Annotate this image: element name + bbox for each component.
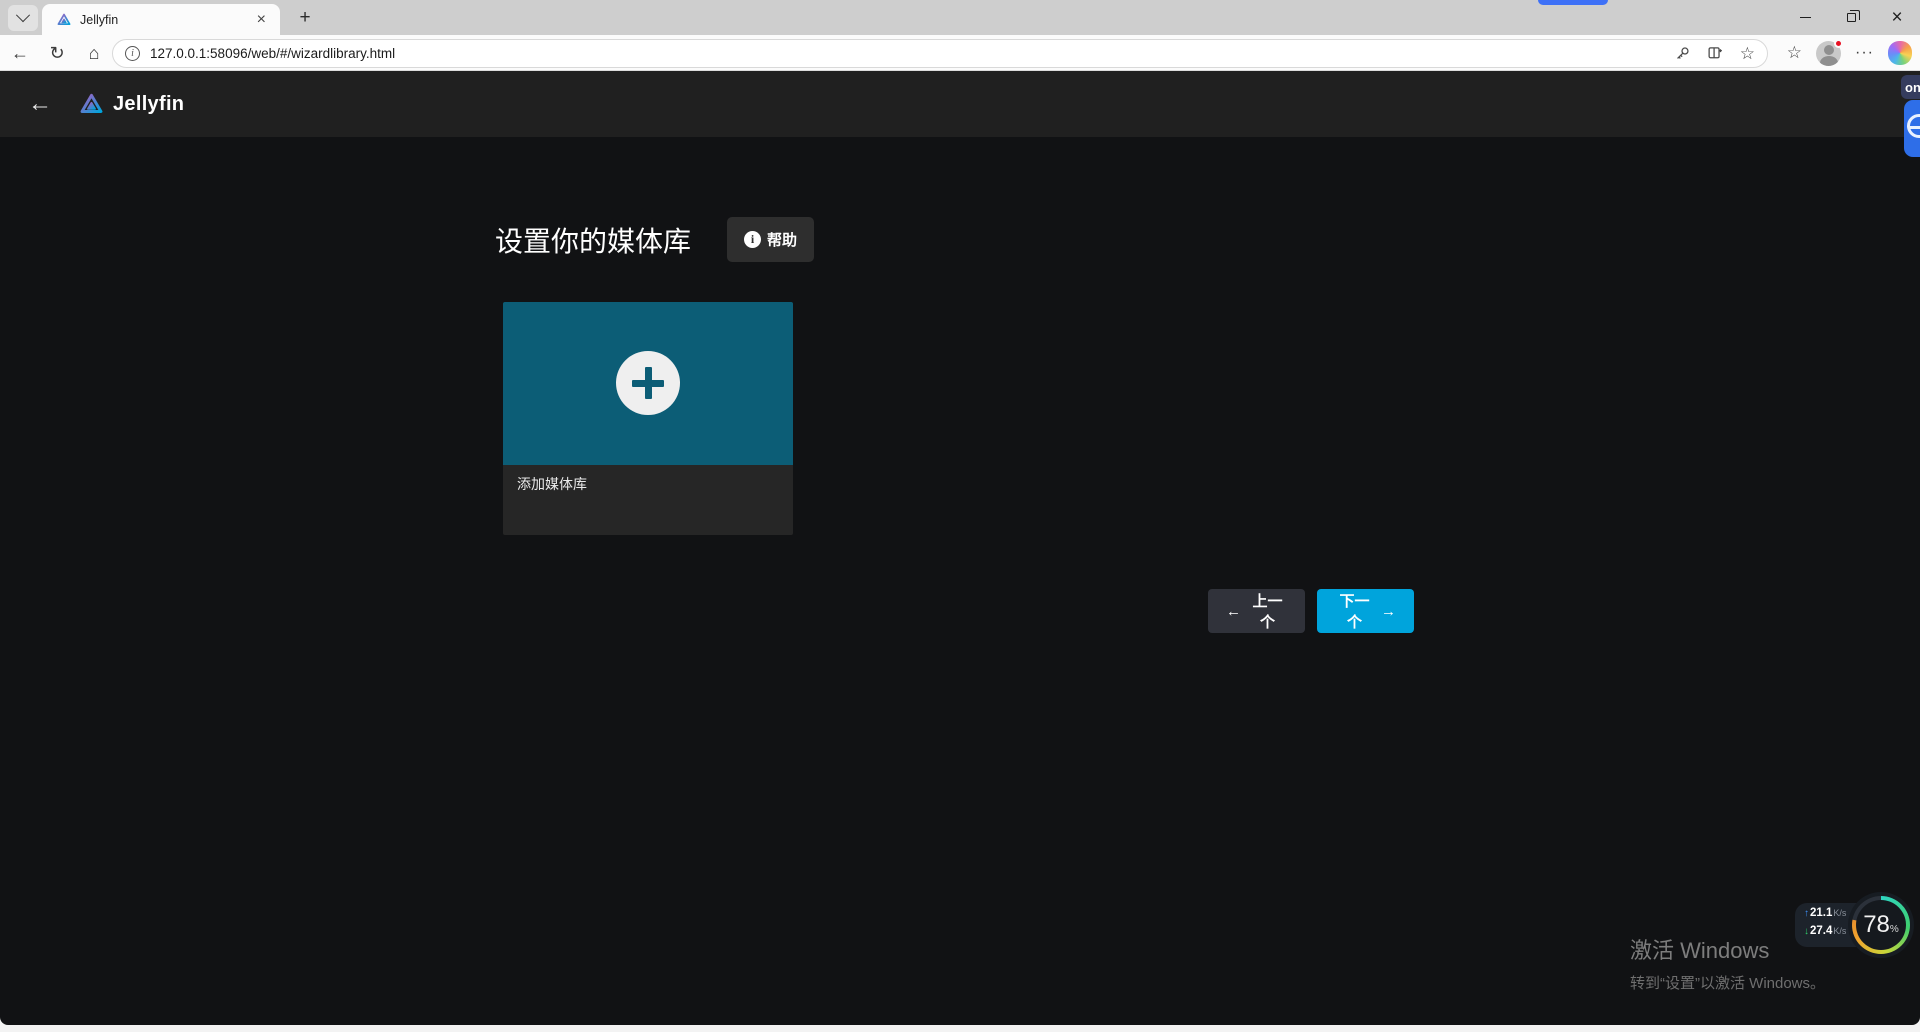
upload-speed-unit: K/s (1833, 908, 1847, 918)
add-library-card-footer: 添加媒体库 (503, 465, 793, 535)
upload-speed-value: 21.1 (1810, 907, 1833, 919)
gauge-unit: % (1889, 924, 1899, 935)
previous-button-label: 上一个 (1252, 593, 1283, 631)
profile-avatar[interactable] (1816, 38, 1844, 66)
minimize-icon (1799, 16, 1811, 19)
page-title: 设置你的媒体库 (495, 225, 692, 257)
site-info-icon[interactable]: i (125, 46, 140, 61)
jellyfin-header: ← Jellyfin (0, 71, 1920, 137)
edge-widget-label[interactable]: on (1901, 75, 1920, 99)
wizard-nav-buttons: ← 上一个 下一个 → (1208, 589, 1414, 633)
add-library-card[interactable]: 添加媒体库 (503, 302, 793, 535)
arrow-right-icon: → (1381, 602, 1396, 620)
chevron-down-icon (15, 8, 31, 23)
gauge-value: 78 (1863, 911, 1890, 938)
next-button-label: 下一个 (1339, 593, 1370, 631)
performance-gauge[interactable]: 78 % (1852, 896, 1910, 954)
refresh-button[interactable]: ↻ (43, 35, 71, 71)
favorites-list-icon[interactable]: ☆ (1787, 43, 1802, 63)
jellyfin-app-name: Jellyfin (113, 92, 185, 115)
activation-subtitle: 转到“设置”以激活 Windows。 (1630, 975, 1826, 992)
tab-search-button[interactable] (8, 5, 38, 31)
address-bar[interactable]: i 127.0.0.1:58096/web/#/wizardlibrary.ht… (112, 39, 1768, 68)
help-button-label: 帮助 (767, 232, 798, 249)
arrow-left-icon: ← (1226, 602, 1241, 620)
wizard-title-row: 设置你的媒体库 i 帮助 (495, 217, 815, 262)
activation-title: 激活 Windows (1630, 938, 1770, 963)
browser-toolbar: ← ↻ ⌂ i 127.0.0.1:58096/web/#/wizardlibr… (0, 35, 1920, 71)
jellyfin-page: ← Jellyfin 设置你的媒体库 i 帮助 添加媒体库 ← 上一个 下一个 … (0, 71, 1920, 1025)
new-tab-button[interactable]: + (292, 5, 318, 31)
restore-icon (1846, 10, 1860, 22)
add-library-card-art[interactable] (503, 302, 793, 465)
browser-titlebar: Jellyfin × + × (0, 0, 1920, 35)
favorite-star-icon[interactable]: ☆ (1740, 44, 1755, 64)
jellyfin-favicon (57, 13, 71, 25)
help-info-icon: i (744, 231, 762, 248)
back-button[interactable]: ← (6, 35, 34, 71)
download-speed-unit: K/s (1833, 926, 1847, 936)
upload-arrow-icon: ↑ (1804, 908, 1809, 919)
toolbar-right-cluster: ☆ ··· (1787, 35, 1912, 71)
performance-gauge-face: 78 % (1856, 900, 1906, 950)
more-options-icon[interactable]: ··· (1855, 44, 1874, 62)
plus-vertical-bar (645, 367, 652, 399)
translate-widget-button[interactable] (1904, 100, 1920, 157)
windows-activation-watermark: 激活 Windows 转到“设置”以激活 Windows。 (1630, 933, 1825, 993)
notification-dot (1834, 38, 1844, 48)
url-text[interactable]: 127.0.0.1:58096/web/#/wizardlibrary.html (150, 46, 1658, 61)
browser-tab[interactable]: Jellyfin × (42, 4, 280, 35)
tab-title: Jellyfin (80, 12, 119, 27)
next-button[interactable]: 下一个 → (1317, 589, 1414, 633)
restore-button[interactable] (1828, 0, 1874, 35)
window-controls: × (1782, 0, 1920, 35)
jellyfin-logo-icon (80, 93, 103, 113)
previous-button[interactable]: ← 上一个 (1208, 589, 1305, 633)
close-icon: × (1891, 7, 1903, 28)
translate-widget-icon (1907, 114, 1920, 138)
collapsed-notification-pill[interactable] (1538, 0, 1608, 5)
tab-close-icon[interactable]: × (253, 11, 270, 28)
add-library-label: 添加媒体库 (517, 476, 587, 492)
split-screen-icon[interactable] (1707, 45, 1724, 62)
close-button[interactable]: × (1874, 0, 1920, 35)
copilot-icon[interactable] (1888, 41, 1912, 65)
password-key-icon[interactable] (1674, 45, 1691, 62)
jellyfin-back-button[interactable]: ← (28, 90, 52, 118)
home-button[interactable]: ⌂ (80, 35, 108, 71)
help-button[interactable]: i 帮助 (727, 217, 815, 262)
add-icon[interactable] (616, 351, 680, 415)
minimize-button[interactable] (1782, 0, 1828, 35)
